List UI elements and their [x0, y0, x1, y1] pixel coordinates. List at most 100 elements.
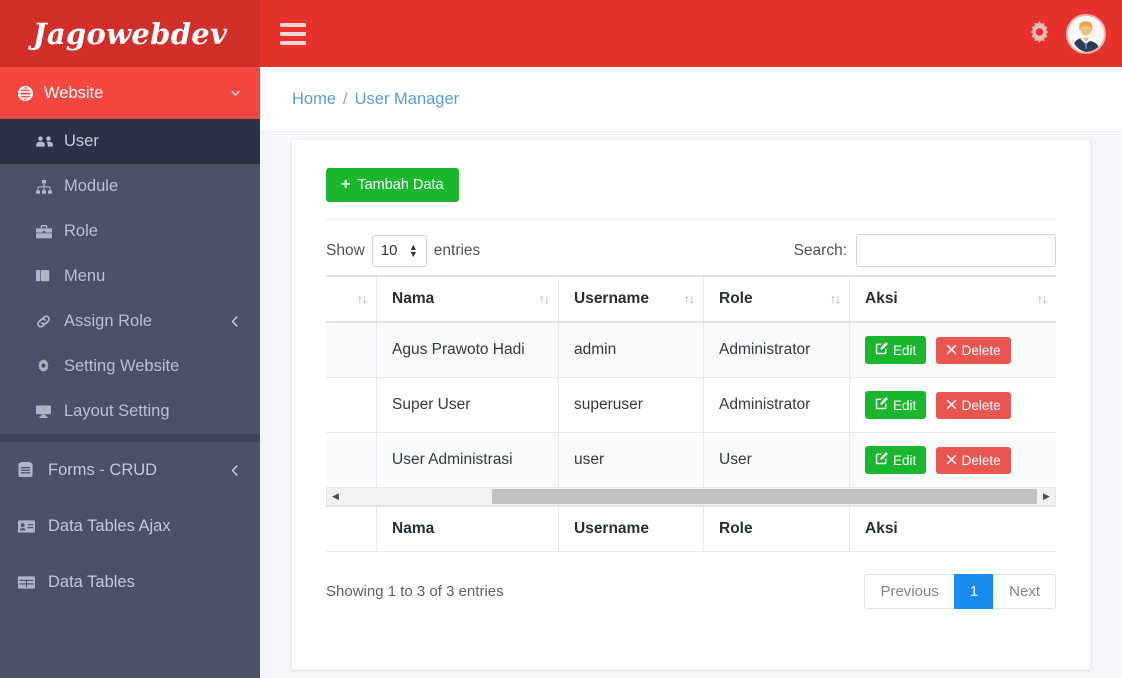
sort-icon: ↑↓: [1037, 292, 1048, 306]
sidebar-item-data-tables-ajax[interactable]: Data Tables Ajax: [0, 498, 260, 554]
chevron-left-icon: [229, 315, 240, 328]
add-data-label: Tambah Data: [357, 177, 444, 193]
footer-column-role: Role: [703, 505, 850, 552]
desktop-icon: [36, 404, 64, 419]
cell-nama: Agus Prawoto Hadi: [376, 321, 559, 378]
pagination: Previous 1 Next: [864, 574, 1056, 609]
sidebar-item-assign-role[interactable]: Assign Role: [0, 299, 260, 344]
sidebar-item-role[interactable]: Role: [0, 209, 260, 254]
users-table: ↑↓ Nama ↑↓ Username ↑↓ Role ↑↓ Aksi ↑↓ A…: [326, 276, 1056, 488]
breadcrumb-home[interactable]: Home: [292, 90, 336, 109]
edit-label: Edit: [893, 342, 917, 358]
sidebar-item-user[interactable]: User: [0, 119, 260, 164]
sidebar-divider: [0, 434, 260, 442]
hamburger-icon[interactable]: [280, 22, 306, 45]
cell-email: m: [326, 321, 377, 378]
cell-role: Administrator: [703, 321, 850, 378]
breadcrumb-current[interactable]: User Manager: [355, 90, 460, 109]
sidebar-item-forms-crud-label: Forms - CRUD: [48, 460, 158, 479]
table-row: m Agus Prawoto Hadi admin Administrator …: [326, 321, 1056, 378]
sort-icon: ↑↓: [830, 292, 841, 306]
column-header-username[interactable]: Username ↑↓: [558, 276, 704, 323]
sidebar-item-setting-website[interactable]: Setting Website: [0, 344, 260, 389]
globe-icon: [18, 85, 44, 101]
sidebar-item-data-tables[interactable]: Data Tables: [0, 554, 260, 610]
delete-button[interactable]: Delete: [935, 447, 1011, 474]
table-row: l.com User Administrasi user User Edit: [326, 432, 1056, 488]
pagination-page-1[interactable]: 1: [953, 574, 995, 609]
length-label-before: Show: [326, 241, 365, 259]
pencil-square-icon: [875, 452, 888, 468]
table-foot: Nama Username Role Aksi: [326, 505, 1056, 552]
cell-aksi: Edit Delete: [849, 377, 1056, 433]
scroll-left-arrow-icon[interactable]: ◀: [327, 488, 344, 505]
edit-button[interactable]: Edit: [865, 336, 927, 364]
content-area: + Tambah Data Show 10 ▲ ▼ entries Search…: [260, 132, 1122, 678]
sidebar-item-module[interactable]: Module: [0, 164, 260, 209]
column-header-role[interactable]: Role ↑↓: [703, 276, 850, 323]
cell-email: l.com: [326, 432, 377, 488]
times-icon: [946, 453, 957, 468]
gear-icon[interactable]: [1027, 21, 1052, 46]
cog-icon: [36, 359, 64, 374]
user-manager-card: + Tambah Data Show 10 ▲ ▼ entries Search…: [292, 140, 1090, 670]
column-header-email[interactable]: ↑↓: [326, 276, 377, 323]
avatar[interactable]: [1066, 13, 1106, 54]
table-row: Super User superuser Administrator Edit: [326, 377, 1056, 433]
column-header-aksi[interactable]: Aksi ↑↓: [849, 276, 1056, 323]
table-header-row: ↑↓ Nama ↑↓ Username ↑↓ Role ↑↓ Aksi ↑↓: [326, 276, 1056, 323]
table-info: Showing 1 to 3 of 3 entries: [326, 583, 504, 600]
topbar-actions: [1027, 13, 1106, 54]
edit-button[interactable]: Edit: [865, 391, 927, 419]
table-footer-row: Nama Username Role Aksi: [326, 505, 1056, 552]
cell-aksi: Edit Delete: [849, 432, 1056, 488]
sidebar-item-setting-website-label: Setting Website: [64, 357, 180, 375]
scrollbar-thumb[interactable]: [492, 489, 1037, 504]
sidebar-item-data-tables-ajax-label: Data Tables Ajax: [48, 516, 171, 535]
plus-icon: +: [341, 176, 351, 193]
cell-role: Administrator: [703, 377, 850, 433]
link-icon: [36, 314, 64, 329]
add-data-button[interactable]: + Tambah Data: [326, 168, 459, 202]
edit-button[interactable]: Edit: [865, 446, 927, 474]
edit-label: Edit: [893, 452, 917, 468]
cell-email: [326, 377, 377, 433]
horizontal-scrollbar[interactable]: ◀ ▶: [326, 488, 1056, 505]
search-input[interactable]: [856, 234, 1056, 267]
sidebar-item-layout-setting[interactable]: Layout Setting: [0, 389, 260, 434]
cell-username: superuser: [558, 377, 704, 433]
delete-button[interactable]: Delete: [935, 392, 1011, 419]
footer-column-username: Username: [558, 505, 704, 552]
sidebar-item-role-label: Role: [64, 222, 98, 240]
column-header-aksi-label: Aksi: [865, 290, 898, 307]
chevron-down-icon: [229, 87, 242, 100]
length-menu: Show 10 ▲ ▼ entries: [326, 234, 480, 267]
cell-role: User: [703, 432, 850, 488]
brand-logo[interactable]: Jagowebdev: [0, 0, 260, 67]
cell-aksi: Edit Delete: [849, 321, 1056, 378]
sidebar-item-forms-crud[interactable]: Forms - CRUD: [0, 442, 260, 498]
hamburger-bar: [280, 22, 306, 27]
breadcrumb-separator: /: [343, 89, 348, 108]
table-footer-viewport: Nama Username Role Aksi: [326, 505, 1056, 552]
pagination-previous[interactable]: Previous: [864, 574, 955, 609]
column-header-nama[interactable]: Nama ↑↓: [376, 276, 559, 323]
user-avatar-illustration: [1068, 15, 1104, 52]
column-header-role-label: Role: [719, 290, 753, 307]
updown-arrows-icon: ▲ ▼: [408, 241, 418, 259]
footer-column-aksi: Aksi: [849, 505, 1056, 552]
sort-icon: ↑↓: [357, 292, 368, 306]
table-controls: Show 10 ▲ ▼ entries Search:: [326, 220, 1056, 275]
scroll-right-arrow-icon[interactable]: ▶: [1038, 488, 1055, 505]
entries-select[interactable]: 10 ▲ ▼: [371, 234, 427, 267]
sidebar-item-menu[interactable]: Menu: [0, 254, 260, 299]
clipboard-list-icon: [18, 462, 48, 478]
edit-label: Edit: [893, 397, 917, 413]
delete-button[interactable]: Delete: [935, 337, 1011, 364]
pagination-next[interactable]: Next: [993, 574, 1056, 609]
brand-title: Jagowebdev: [32, 16, 228, 51]
delete-label: Delete: [961, 343, 1001, 358]
sidebar-item-website[interactable]: Website: [0, 67, 260, 119]
cell-nama: Super User: [376, 377, 559, 433]
breadcrumb: Home / User Manager: [260, 67, 1122, 132]
